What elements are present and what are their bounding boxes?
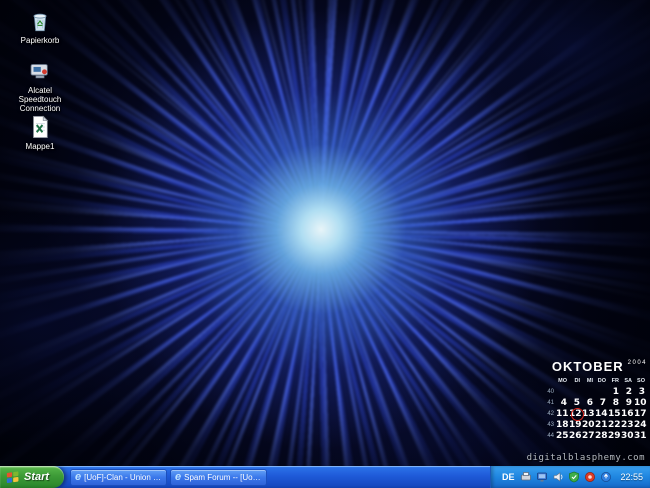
calendar-day: 11 [556,409,569,420]
calendar-day [582,387,595,398]
calendar-week-number: 42 [543,409,556,420]
calendar-day: 26 [569,431,582,442]
language-indicator[interactable]: DE [500,471,517,483]
wallpaper-credit: digitalblasphemy.com [527,453,645,463]
volume-icon[interactable] [552,471,564,483]
calendar-week-number: 41 [543,398,556,409]
calendar-day-header: MO [556,376,569,387]
calendar-day: 1 [608,387,621,398]
dialup-connection-icon [27,58,53,84]
start-label: Start [24,471,49,483]
calendar-day: 21 [595,420,608,431]
calendar-day: 20 [582,420,595,431]
calendar-day: 14 [595,409,608,420]
calendar-year: 2004 [628,360,647,366]
calendar-day [595,387,608,398]
calendar-day: 18 [556,420,569,431]
calendar-month: OKTOBER [552,359,624,374]
desktop-icon-excel-workbook[interactable]: Mappe1 [6,114,74,151]
shield-icon[interactable] [568,471,580,483]
calendar-day: 31 [634,431,647,442]
calendar-day-header: MI [582,376,595,387]
calendar-grid: MO DI MI DO FR SA SO 40 1 2 3 41 4 5 6 7 [541,376,647,442]
messenger-icon[interactable] [584,471,596,483]
calendar-day-header: SO [634,376,647,387]
calendar-day: 25 [556,431,569,442]
calendar-day: 27 [582,431,595,442]
taskbar: Start e [UoF]-Clan - Union of... e Spam … [0,466,650,488]
screen: Papierkorb Alcatel Speedtouch Connection… [0,0,650,488]
calendar-day: 22 [608,420,621,431]
internet-explorer-icon: e [175,472,181,483]
calendar-day: 8 [608,398,621,409]
calendar-week-number: 43 [543,420,556,431]
start-button[interactable]: Start [0,466,64,488]
calendar-day: 10 [634,398,647,409]
taskbar-window-button-spam-forum[interactable]: e Spam Forum -- [UoF]-... [170,469,267,486]
calendar-day: 28 [595,431,608,442]
calendar-day: 29 [608,431,621,442]
calendar-day: 16 [621,409,634,420]
clock[interactable]: 22:55 [620,472,643,482]
internet-explorer-icon: e [75,472,81,483]
calendar-day [556,387,569,398]
desktop-icon-alcatel-connection[interactable]: Alcatel Speedtouch Connection [6,58,74,113]
desktop[interactable]: Papierkorb Alcatel Speedtouch Connection… [0,0,650,466]
desktop-icon-label: Mappe1 [6,142,74,151]
desktop-icon-label: Papierkorb [6,36,74,45]
printer-icon[interactable] [520,471,532,483]
calendar-day: 19 [569,420,582,431]
calendar-day-today: 12 [569,409,582,420]
calendar-day: 15 [608,409,621,420]
display-icon[interactable] [536,471,548,483]
calendar-week-number: 44 [543,431,556,442]
taskbar-window-title: [UoF]-Clan - Union of... [84,473,162,482]
calendar-week-number: 40 [543,387,556,398]
calendar-day-header: DI [569,376,582,387]
calendar-day: 2 [621,387,634,398]
taskbar-window-buttons: e [UoF]-Clan - Union of... e Spam Forum … [70,469,267,486]
desktop-icon-label: Alcatel Speedtouch Connection [6,86,74,113]
calendar-day [569,387,582,398]
calendar-title: OKTOBER 2004 [541,359,647,374]
calendar-day: 23 [621,420,634,431]
calendar-day: 7 [595,398,608,409]
windows-logo-icon [6,470,20,484]
calendar-day: 3 [634,387,647,398]
system-tray: DE [490,466,650,488]
calendar-day: 4 [556,398,569,409]
update-icon[interactable] [600,471,612,483]
calendar-day-header: DO [595,376,608,387]
calendar-day-header: FR [608,376,621,387]
taskbar-window-title: Spam Forum -- [UoF]-... [184,473,262,482]
calendar-day-header: SA [621,376,634,387]
calendar-day: 30 [621,431,634,442]
calendar-day: 24 [634,420,647,431]
calendar-widget: OKTOBER 2004 MO DI MI DO FR SA SO 40 1 2… [541,359,647,442]
calendar-day: 9 [621,398,634,409]
excel-workbook-icon [27,114,53,140]
taskbar-window-button-uof-clan[interactable]: e [UoF]-Clan - Union of... [70,469,167,486]
calendar-day: 17 [634,409,647,420]
desktop-icon-recycle-bin[interactable]: Papierkorb [6,8,74,45]
calendar-day: 6 [582,398,595,409]
recycle-bin-icon [27,8,53,34]
